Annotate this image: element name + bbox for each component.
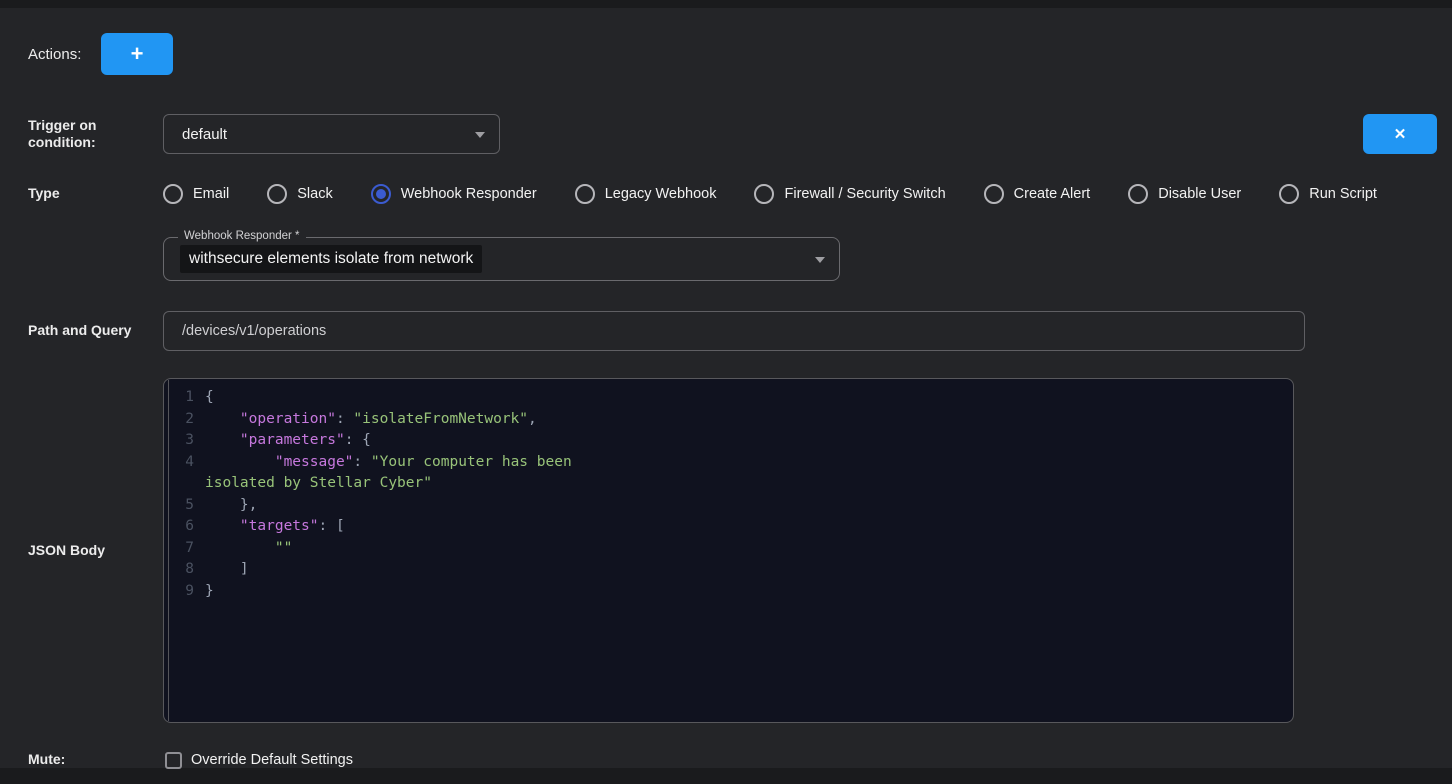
type-radio-create-alert[interactable]: Create Alert xyxy=(984,184,1091,204)
code-line: 6 "targets": [ xyxy=(164,516,1293,538)
code-line: 8 ] xyxy=(164,559,1293,581)
line-number: 7 xyxy=(164,538,194,560)
code-text: } xyxy=(194,581,214,603)
code-line: 4 "message": "Your computer has been xyxy=(164,452,1293,474)
action-config-panel: Actions: + Trigger on condition: default… xyxy=(0,8,1452,768)
path-query-row: Path and Query /devices/v1/operations xyxy=(0,311,1452,351)
plus-icon: + xyxy=(131,43,144,65)
add-action-button[interactable]: + xyxy=(101,33,173,75)
remove-action-button[interactable]: ✕ xyxy=(1363,114,1437,154)
code-text: "operation": "isolateFromNetwork", xyxy=(194,409,537,431)
mute-label: Mute: xyxy=(28,751,165,769)
json-body-label: JSON Body xyxy=(28,542,163,560)
line-number: 3 xyxy=(164,430,194,452)
type-radio-label: Create Alert xyxy=(1014,186,1091,202)
path-query-value: /devices/v1/operations xyxy=(182,323,326,339)
webhook-responder-row: Webhook Responder * withsecure elements … xyxy=(0,230,1452,281)
code-text: "targets": [ xyxy=(194,516,345,538)
type-radio-label: Disable User xyxy=(1158,186,1241,202)
trigger-condition-row: Trigger on condition: default ✕ xyxy=(0,114,1452,154)
actions-row: Actions: + xyxy=(0,8,1452,75)
code-line: 2 "operation": "isolateFromNetwork", xyxy=(164,409,1293,431)
code-text: { xyxy=(194,387,214,409)
type-radio-run-script[interactable]: Run Script xyxy=(1279,184,1377,204)
line-number: 1 xyxy=(164,387,194,409)
trigger-condition-label: Trigger on condition: xyxy=(28,117,163,152)
json-body-editor[interactable]: 1{2 "operation": "isolateFromNetwork",3 … xyxy=(163,378,1294,723)
type-radio-slack[interactable]: Slack xyxy=(267,184,332,204)
line-number: 2 xyxy=(164,409,194,431)
code-line: 9} xyxy=(164,581,1293,603)
type-radio-webhook-responder[interactable]: Webhook Responder xyxy=(371,184,537,204)
radio-icon xyxy=(984,184,1004,204)
actions-label: Actions: xyxy=(28,46,101,63)
type-radio-legacy-webhook[interactable]: Legacy Webhook xyxy=(575,184,717,204)
code-text: ] xyxy=(194,559,249,581)
type-radio-label: Email xyxy=(193,186,229,202)
json-body-row: JSON Body 1{2 "operation": "isolateFromN… xyxy=(0,378,1452,723)
trigger-condition-select[interactable]: default xyxy=(163,114,500,154)
code-line: 3 "parameters": { xyxy=(164,430,1293,452)
code-text: "" xyxy=(194,538,292,560)
webhook-responder-value: withsecure elements isolate from network xyxy=(180,245,482,273)
code-text: isolated by Stellar Cyber" xyxy=(194,473,432,495)
type-radio-firewall-security-switch[interactable]: Firewall / Security Switch xyxy=(754,184,945,204)
code-line: 5 }, xyxy=(164,495,1293,517)
mute-row: Mute: Override Default Settings xyxy=(0,750,1452,770)
path-query-input[interactable]: /devices/v1/operations xyxy=(163,311,1305,351)
line-number: 8 xyxy=(164,559,194,581)
line-number: 6 xyxy=(164,516,194,538)
code-line: isolated by Stellar Cyber" xyxy=(164,473,1293,495)
trigger-condition-value: default xyxy=(182,126,227,143)
code-line: 7 "" xyxy=(164,538,1293,560)
line-number: 4 xyxy=(164,452,194,474)
close-icon: ✕ xyxy=(1394,125,1407,143)
type-row: Type Email Slack Webhook Responder Legacy W… xyxy=(0,182,1452,206)
code-line: 1{ xyxy=(164,387,1293,409)
type-radio-disable-user[interactable]: Disable User xyxy=(1128,184,1241,204)
webhook-responder-select[interactable]: Webhook Responder * withsecure elements … xyxy=(163,237,840,281)
webhook-responder-select-label: Webhook Responder * xyxy=(178,230,306,242)
type-radio-label: Webhook Responder xyxy=(401,186,537,202)
override-default-settings-checkbox[interactable] xyxy=(165,752,182,769)
type-radio-label: Legacy Webhook xyxy=(605,186,717,202)
code-text: "message": "Your computer has been xyxy=(194,452,572,474)
type-radio-group: Email Slack Webhook Responder Legacy Webhoo… xyxy=(163,184,1415,204)
line-number: 9 xyxy=(164,581,194,603)
override-default-settings-label: Override Default Settings xyxy=(191,752,353,768)
type-label: Type xyxy=(28,185,163,203)
line-number xyxy=(164,473,194,495)
line-number: 5 xyxy=(164,495,194,517)
radio-icon xyxy=(1279,184,1299,204)
radio-icon xyxy=(575,184,595,204)
code-text: "parameters": { xyxy=(194,430,371,452)
type-radio-email[interactable]: Email xyxy=(163,184,229,204)
path-query-label: Path and Query xyxy=(28,322,163,340)
radio-icon xyxy=(1128,184,1148,204)
chevron-down-icon xyxy=(475,132,485,138)
type-radio-label: Run Script xyxy=(1309,186,1377,202)
radio-selected-icon xyxy=(371,184,391,204)
radio-icon xyxy=(163,184,183,204)
type-radio-label: Firewall / Security Switch xyxy=(784,186,945,202)
radio-icon xyxy=(267,184,287,204)
type-radio-label: Slack xyxy=(297,186,332,202)
chevron-down-icon xyxy=(815,257,825,263)
radio-icon xyxy=(754,184,774,204)
code-text: }, xyxy=(194,495,257,517)
